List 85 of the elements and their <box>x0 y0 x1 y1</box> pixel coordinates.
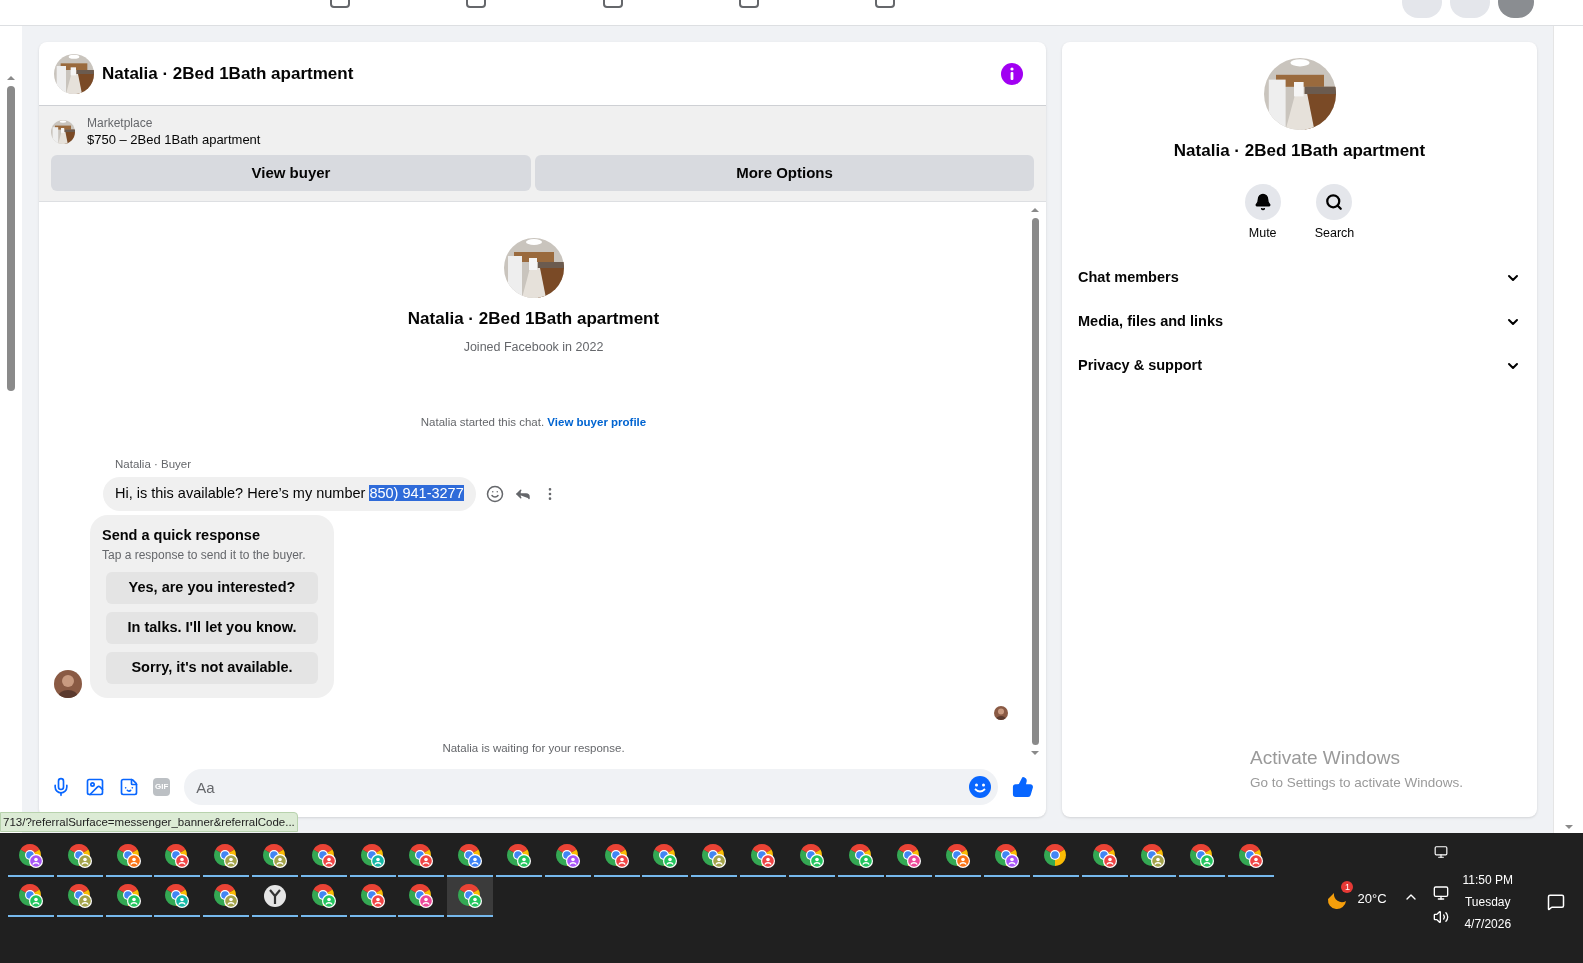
details-section[interactable]: Privacy & support <box>1070 344 1529 389</box>
mute-button[interactable] <box>1244 183 1281 220</box>
chat-title: Natalia · 2Bed 1Bath apartment <box>102 62 354 85</box>
browser-icon <box>457 843 484 869</box>
browser-icon <box>1189 843 1216 869</box>
quick-response-option[interactable]: In talks. I'll let you know. <box>106 612 318 645</box>
browser-icon <box>798 843 825 869</box>
read-receipt-avatar <box>994 706 1008 721</box>
details-section[interactable]: Chat members <box>1070 256 1529 301</box>
browser-icon <box>554 843 581 869</box>
browser-icon <box>262 843 288 869</box>
details-title: Natalia · 2Bed 1Bath apartment <box>1173 140 1426 162</box>
window-scrollbar[interactable] <box>1553 26 1583 833</box>
image-icon[interactable] <box>85 777 105 797</box>
notifications-icon[interactable] <box>1547 893 1565 911</box>
browser-icon <box>164 843 191 869</box>
clock-icon <box>263 884 287 908</box>
browser-icon <box>66 843 93 869</box>
browser-icon <box>66 883 93 909</box>
microphone-icon[interactable] <box>51 777 71 797</box>
browser-icon <box>1091 843 1118 869</box>
browser-icon <box>115 883 142 909</box>
contact-name: Natalia · 2Bed 1Bath apartment <box>407 308 660 330</box>
quick-response-option[interactable]: Sorry, it's not available. <box>106 652 318 685</box>
browser-icon <box>505 843 532 869</box>
weather-widget[interactable]: 1 20°C <box>1325 879 1389 911</box>
details-section[interactable]: Media, files and links <box>1070 300 1529 345</box>
view-buyer-profile-link[interactable]: View buyer profile <box>547 416 647 429</box>
quick-response-title: Send a quick response <box>102 525 261 545</box>
bell-icon <box>1253 192 1272 211</box>
action-label: Mute <box>1248 224 1277 242</box>
listing-action-button[interactable]: View buyer <box>51 155 531 191</box>
browser-icon <box>603 843 630 869</box>
weather-badge: 1 <box>1341 881 1354 893</box>
action-label: Search <box>1314 224 1355 242</box>
chat-started-note: Natalia started this chat. View buyer profile <box>420 415 647 431</box>
sender-avatar <box>54 670 82 699</box>
info-icon[interactable] <box>1001 62 1023 85</box>
quick-response-option[interactable]: Yes, are you interested? <box>106 572 318 605</box>
browser-icon <box>18 843 44 869</box>
volume-icon[interactable] <box>1432 909 1449 925</box>
browser-icon <box>1140 843 1167 869</box>
browser-icon <box>359 883 386 909</box>
browser-icon <box>457 883 484 909</box>
sticker-icon[interactable] <box>119 777 139 797</box>
browser-icon <box>945 843 972 869</box>
status-url: 713/?referralSurface=messenger_banner&referralCode... <box>0 812 298 832</box>
browser-icon <box>310 843 337 869</box>
browser-icon <box>213 883 240 909</box>
listing-source: Marketplace <box>87 115 154 131</box>
browser-icon <box>213 843 240 869</box>
activation-subtitle: Go to Settings to activate Windows. <box>1250 773 1464 792</box>
browser-icon <box>164 883 191 909</box>
browser-icon <box>993 843 1020 869</box>
browser-icon <box>896 843 923 869</box>
browser-icon <box>749 843 776 869</box>
taskbar-button[interactable] <box>447 877 494 917</box>
browser-icon <box>310 883 337 909</box>
browser-icon <box>115 843 142 869</box>
browser-icon <box>652 843 679 869</box>
browser-icon <box>408 883 435 909</box>
search-button[interactable] <box>1316 183 1353 220</box>
taskbar-clock[interactable]: 11:50 PM Tuesday 4/7/2026 <box>1462 869 1513 935</box>
browser-icon <box>408 843 435 869</box>
listing-title: $750 – 2Bed 1Bath apartment <box>87 131 261 149</box>
browser-icon <box>1042 843 1069 869</box>
browser-icon <box>847 843 874 869</box>
listing-action-button[interactable]: More Options <box>535 155 1034 191</box>
temperature: 20°C <box>1357 890 1387 909</box>
message-input[interactable]: Aa <box>184 769 998 805</box>
emoji-icon[interactable] <box>969 776 991 798</box>
search-icon <box>1325 192 1344 211</box>
browser-icon <box>18 883 44 909</box>
quick-response-subtitle: Tap a response to send it to the buyer. <box>102 547 307 565</box>
browser-icon <box>359 843 386 869</box>
browser-icon <box>1237 843 1264 869</box>
sender-label: Natalia · Buyer <box>115 456 193 472</box>
emoji-reaction-icon[interactable] <box>485 484 504 503</box>
network-icon[interactable] <box>1432 885 1449 901</box>
like-icon[interactable] <box>1012 776 1034 798</box>
browser-icon <box>701 843 728 869</box>
waiting-note: Natalia is waiting for your response. <box>442 741 625 757</box>
message-bubble: Hi, is this available? Here’s my number 850) 941-3277 <box>103 476 476 511</box>
joined-date: Joined Facebook in 2022 <box>463 338 604 356</box>
activation-title: Activate Windows <box>1250 746 1401 770</box>
